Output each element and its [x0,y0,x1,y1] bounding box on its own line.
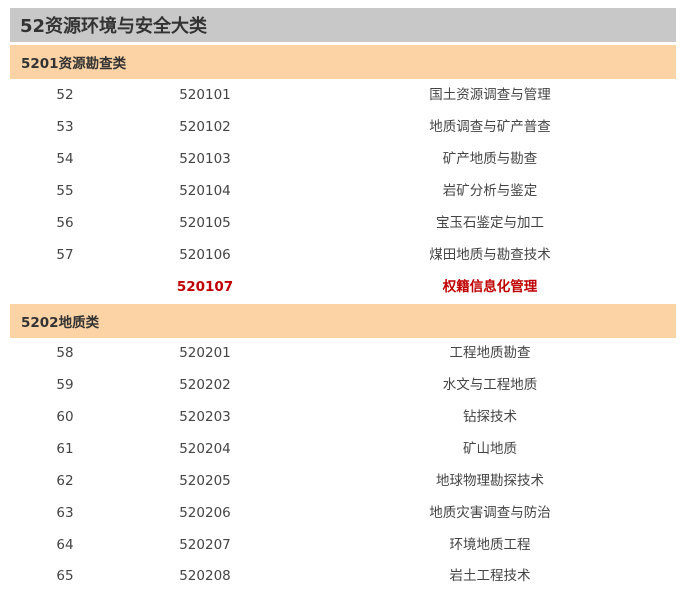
major-code: 520204 [179,441,231,457]
major-code: 520102 [179,119,231,135]
table-row: 57 520106 煤田地质与勘查技术 [10,239,676,271]
major-name: 矿山地质 [463,441,517,457]
major-name: 煤田地质与勘查技术 [429,247,551,263]
major-code: 520104 [179,183,231,199]
row-number: 57 [56,247,74,263]
row-number: 58 [56,345,74,361]
table-row: 59 520202 水文与工程地质 [10,369,676,401]
major-code: 520205 [179,473,231,489]
major-name: 地球物理勘探技术 [436,473,544,489]
table-row-new-major: 520107 权籍信息化管理 [10,271,676,303]
major-catalog-page: 52资源环境与安全大类 5201资源勘查类 52 520101 国土资源调查与管… [0,0,685,592]
row-number: 60 [56,409,74,425]
row-number: 65 [56,568,74,584]
table-row: 53 520102 地质调查与矿产普查 [10,111,676,143]
category-title: 52资源环境与安全大类 [10,8,676,42]
table-row: 60 520203 钻探技术 [10,401,676,433]
row-number: 64 [56,537,74,553]
section-header-5201: 5201资源勘查类 [10,45,676,79]
table-row: 61 520204 矿山地质 [10,433,676,465]
table-row: 58 520201 工程地质勘查 [10,337,676,369]
major-name: 地质灾害调查与防治 [429,505,551,521]
major-code: 520201 [179,345,231,361]
major-name: 矿产地质与勘查 [442,151,538,167]
row-number: 53 [56,119,74,135]
row-number: 62 [56,473,74,489]
major-code: 520107 [176,279,234,295]
table-row: 62 520205 地球物理勘探技术 [10,465,676,497]
table-row: 54 520103 矿产地质与勘查 [10,143,676,175]
table-row: 64 520207 环境地质工程 [10,529,676,561]
major-name: 环境地质工程 [449,537,531,553]
row-number: 54 [56,151,74,167]
major-name: 岩土工程技术 [449,568,531,584]
row-number: 56 [56,215,74,231]
major-code: 520106 [179,247,231,263]
section-header-5202: 5202地质类 [10,304,676,338]
major-name: 地质调查与矿产普查 [429,119,551,135]
table-row: 56 520105 宝玉石鉴定与加工 [10,207,676,239]
row-number: 63 [56,505,74,521]
major-name: 权籍信息化管理 [442,279,538,295]
major-name: 宝玉石鉴定与加工 [436,215,544,231]
row-number: 59 [56,377,74,393]
major-name: 工程地质勘查 [449,345,531,361]
table-row: 65 520208 岩土工程技术 [10,560,676,592]
row-number: 61 [56,441,74,457]
row-number: 52 [56,87,74,103]
major-name: 水文与工程地质 [442,377,538,393]
major-code: 520105 [179,215,231,231]
major-code: 520103 [179,151,231,167]
major-name: 钻探技术 [463,409,517,425]
table-row: 52 520101 国土资源调查与管理 [10,79,676,111]
row-number [10,271,120,303]
major-code: 520101 [179,87,231,103]
major-code: 520203 [179,409,231,425]
major-name: 岩矿分析与鉴定 [442,183,538,199]
major-code: 520207 [179,537,231,553]
table-row: 63 520206 地质灾害调查与防治 [10,497,676,529]
major-name: 国土资源调查与管理 [429,87,551,103]
major-code: 520206 [179,505,231,521]
table-row: 55 520104 岩矿分析与鉴定 [10,175,676,207]
major-code: 520202 [179,377,231,393]
row-number: 55 [56,183,74,199]
major-code: 520208 [179,568,231,584]
